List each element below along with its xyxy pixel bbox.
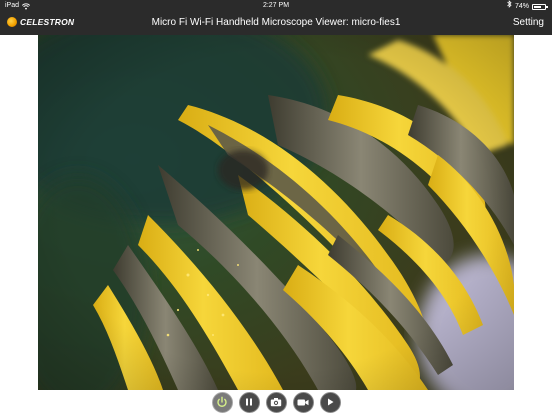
status-bar: iPad 2:27 PM 74% [0, 0, 552, 12]
battery-percent: 74% [514, 2, 529, 10]
page-title: Micro Fi Wi-Fi Handheld Microscope Viewe… [151, 17, 401, 28]
playback-controls [0, 390, 552, 414]
setting-button[interactable]: Setting [513, 17, 544, 28]
app-header: CELESTRON Micro Fi Wi-Fi Handheld Micros… [0, 12, 552, 35]
battery-icon [532, 3, 548, 10]
record-video-button[interactable] [292, 391, 314, 413]
microscope-live-view[interactable] [38, 35, 514, 390]
camera-icon [270, 397, 282, 407]
microscope-viewer-app: iPad 2:27 PM 74% CELESTRON Micro Fi Wi-F… [0, 0, 552, 414]
video-camera-icon [297, 398, 309, 407]
snapshot-button[interactable] [265, 391, 287, 413]
power-button[interactable] [211, 391, 233, 413]
play-icon [325, 397, 335, 407]
battery-level-fill [534, 5, 542, 8]
pause-button[interactable] [238, 391, 260, 413]
microscope-image [38, 35, 514, 390]
pause-icon [244, 397, 254, 407]
play-button[interactable] [319, 391, 341, 413]
status-time: 2:27 PM [262, 2, 290, 9]
power-icon [216, 396, 228, 408]
